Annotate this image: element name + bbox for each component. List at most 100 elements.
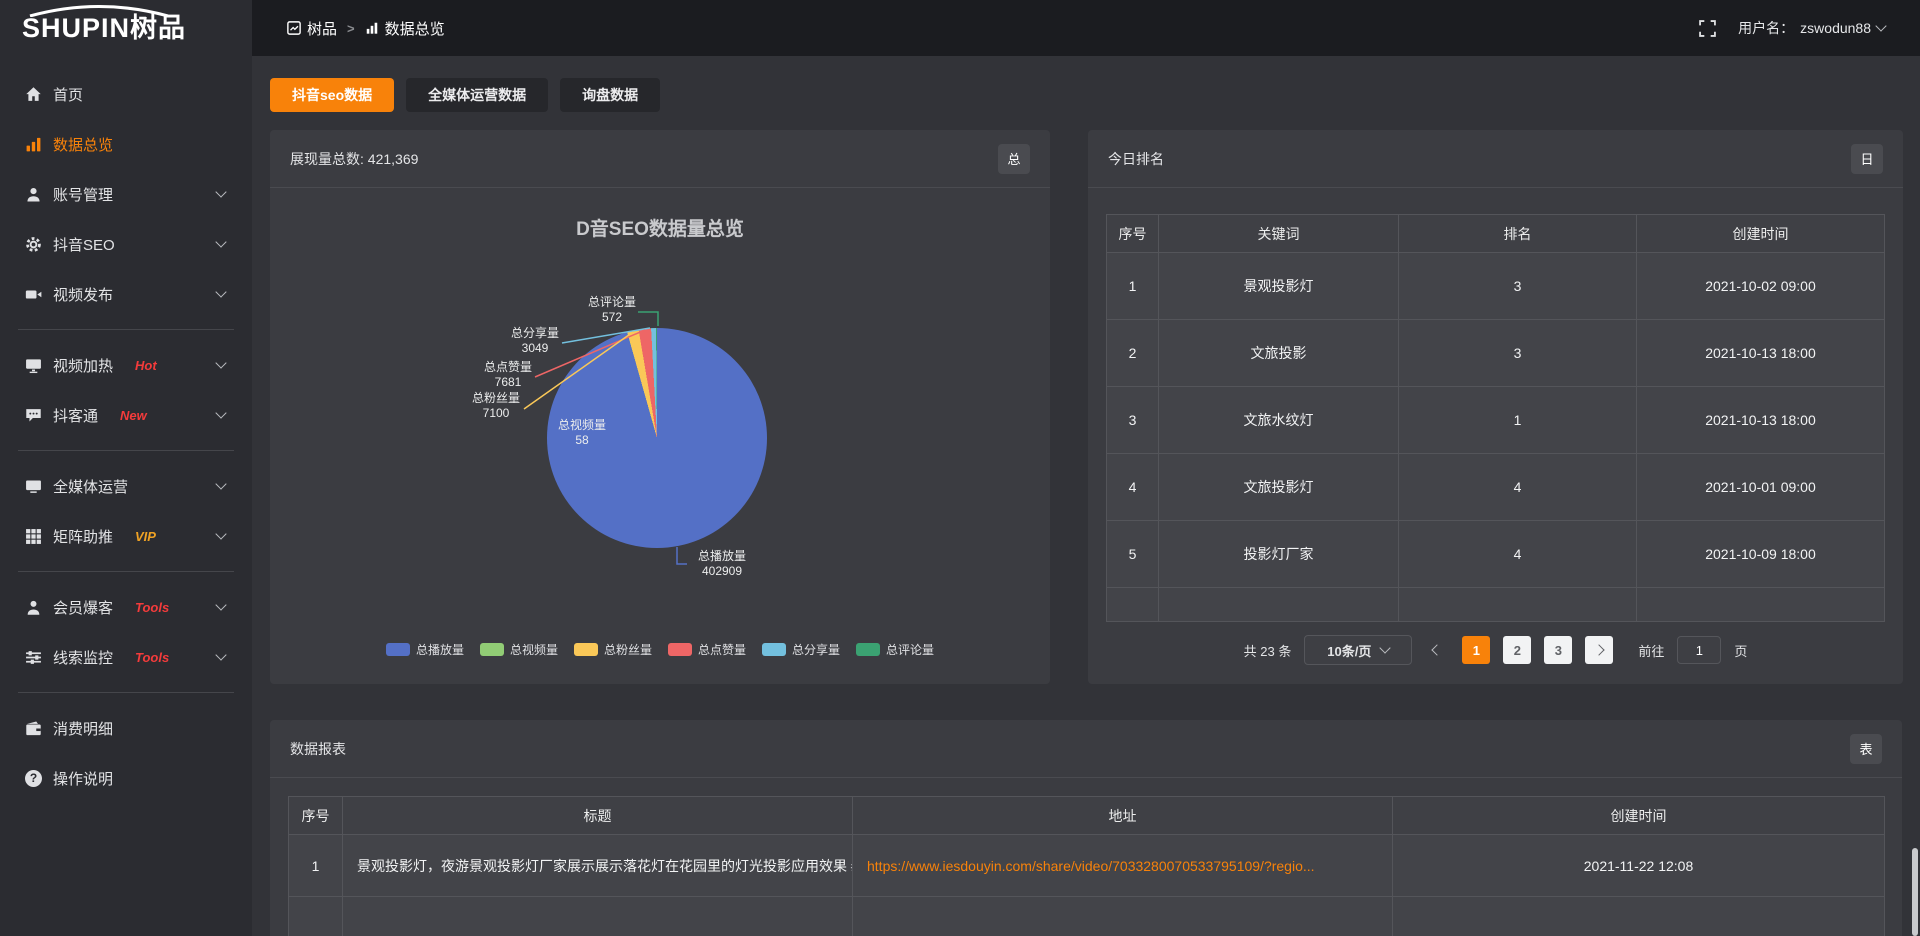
sidebar-item-label: 会员爆客 (53, 597, 113, 618)
legend-swatch (480, 643, 504, 656)
sidebar-item-consume-detail[interactable]: 消费明细 (0, 703, 252, 753)
data-overview-icon (25, 136, 42, 153)
douyin-video-link[interactable]: https://www.iesdouyin.com/share/video/70… (867, 858, 1315, 874)
sidebar-item-member-baoke[interactable]: 会员爆客 Tools (0, 582, 252, 632)
legend-label: 总点赞量 (698, 641, 746, 658)
sidebar-divider (18, 571, 234, 572)
rank-day-button[interactable]: 日 (1851, 144, 1883, 174)
rank-table-cell: 1 (1399, 387, 1637, 454)
legend-swatch (856, 643, 880, 656)
rank-table-row: 1景观投影灯32021-10-02 09:00 (1107, 253, 1885, 320)
sidebar-item-clue-monitor[interactable]: 线索监控Tools (0, 632, 252, 682)
legend-label: 总分享量 (792, 641, 840, 658)
report-table-row: 1景观投影灯，夜游景观投影灯厂家展示展示落花灯在花园里的灯光投影应用效果 #ht… (289, 835, 1885, 897)
douyin-seo-icon (25, 236, 42, 253)
report-column-header: 创建时间 (1393, 797, 1885, 835)
sidebar-item-badge: New (120, 408, 147, 423)
chevron-down-icon (215, 236, 226, 247)
sidebar-item-help-doc[interactable]: ?操作说明 (0, 753, 252, 803)
page-size-value: 10条/页 (1327, 641, 1371, 660)
report-table: 序号标题地址创建时间 1景观投影灯，夜游景观投影灯厂家展示展示落花灯在花园里的灯… (288, 796, 1885, 936)
logo-zone: SHUPIN树品 (0, 0, 252, 56)
rank-table-row: 4文旅投影灯42021-10-01 09:00 (1107, 454, 1885, 521)
page-button-3[interactable]: 3 (1544, 636, 1572, 664)
sidebar-item-video-heat[interactable]: 视频加热 Hot (0, 340, 252, 390)
sidebar-divider (18, 692, 234, 693)
breadcrumb-item[interactable]: 树品 (287, 18, 337, 39)
pie-label-shares: 总分享量3049 (511, 326, 559, 356)
home-icon (25, 86, 42, 103)
sidebar-item-account-manage[interactable]: 账号管理 (0, 169, 252, 219)
account-manage-icon (25, 186, 42, 203)
rank-table-cell: 文旅投影灯 (1159, 454, 1399, 521)
breadcrumb-item[interactable]: 数据总览 (365, 18, 445, 39)
legend-label: 总评论量 (886, 641, 934, 658)
rank-column-header: 创建时间 (1637, 215, 1885, 253)
page-size-select[interactable]: 10条/页 (1304, 635, 1412, 665)
legend-item[interactable]: 总评论量 (856, 641, 934, 658)
legend-item[interactable]: 总播放量 (386, 641, 464, 658)
tab-3[interactable]: 询盘数据 (560, 78, 660, 112)
sidebar-item-badge: Tools (135, 600, 169, 615)
pagination: 共 23 条 10条/页 123 前往 页 (1088, 635, 1903, 665)
breadcrumb-separator: > (347, 21, 355, 36)
app-logo: SHUPIN树品 (22, 15, 186, 42)
trend-chart-icon (287, 21, 301, 35)
rank-table-body: 1景观投影灯32021-10-02 09:002文旅投影32021-10-13 … (1107, 253, 1885, 622)
sidebar-item-badge: VIP (135, 529, 156, 544)
report-column-header: 序号 (289, 797, 343, 835)
sidebar-item-douyin-seo[interactable]: 抖音SEO (0, 219, 252, 269)
rank-table-cell: 4 (1107, 454, 1159, 521)
sidebar-item-matrix-boost[interactable]: 矩阵助推 VIP (0, 511, 252, 561)
page-button-2[interactable]: 2 (1503, 636, 1531, 664)
sidebar-item-media-ops[interactable]: 全媒体运营 (0, 461, 252, 511)
vertical-scrollbar-thumb[interactable] (1912, 848, 1918, 936)
pie-label-playback: 总播放量402909 (698, 549, 746, 579)
sidebar-item-label: 矩阵助推 (53, 526, 113, 547)
sidebar: 首页数据总览账号管理抖音SEO视频发布视频加热Hot抖客通New全媒体运营矩阵助… (0, 56, 252, 936)
sidebar-item-data-overview[interactable]: 数据总览 (0, 119, 252, 169)
legend-item[interactable]: 总粉丝量 (574, 641, 652, 658)
rank-column-header: 序号 (1107, 215, 1159, 253)
sidebar-item-douketong[interactable]: 抖客通New (0, 390, 252, 440)
report-table-header-row: 序号标题地址创建时间 (289, 797, 1885, 835)
legend-item[interactable]: 总视频量 (480, 641, 558, 658)
top-bar: SHUPIN树品 树品 > 数据总览 用户名：zswodun88 (0, 0, 1920, 56)
chevron-down-icon (215, 478, 226, 489)
sidebar-item-badge: Hot (135, 358, 157, 373)
legend-item[interactable]: 总分享量 (762, 641, 840, 658)
sidebar-item-label: 抖音SEO (53, 234, 115, 255)
rank-table-cell: 2 (1107, 320, 1159, 387)
sidebar-item-video-publish[interactable]: 视频发布 (0, 269, 252, 319)
report-panel-title: 数据报表 (290, 739, 346, 759)
report-table-button[interactable]: 表 (1850, 734, 1882, 764)
chevron-down-icon (215, 186, 226, 197)
legend-swatch (668, 643, 692, 656)
pie-legend: 总播放量总视频量总粉丝量 总点赞量 总分享量 总评论量 (270, 641, 1050, 658)
sidebar-item-home[interactable]: 首页 (0, 69, 252, 119)
report-column-header: 标题 (343, 797, 853, 835)
rank-panel-title: 今日排名 (1108, 149, 1164, 169)
sidebar-item-label: 线索监控 (53, 647, 113, 668)
tab-1[interactable]: 抖音seo数据 (270, 78, 394, 112)
legend-swatch (574, 643, 598, 656)
tab-2[interactable]: 全媒体运营数据 (406, 78, 548, 112)
rank-table: 序号关键词排名创建时间 1景观投影灯32021-10-02 09:002文旅投影… (1106, 214, 1885, 622)
help-doc-icon: ? (25, 770, 42, 787)
page-button-1[interactable]: 1 (1462, 636, 1490, 664)
sidebar-item-label: 视频加热 (53, 355, 113, 376)
rank-table-cell: 3 (1107, 387, 1159, 454)
chevron-down-icon (215, 528, 226, 539)
sidebar-item-label: 视频发布 (53, 284, 113, 305)
goto-page-input[interactable] (1677, 636, 1721, 664)
rank-table-cell: 1 (1107, 253, 1159, 320)
next-page-button[interactable] (1585, 636, 1613, 664)
user-menu[interactable]: 用户名：zswodun88 (1738, 18, 1885, 38)
legend-item[interactable]: 总点赞量 (668, 641, 746, 658)
clue-monitor-icon (25, 649, 42, 666)
rank-table-cell: 2021-10-13 18:00 (1637, 387, 1885, 454)
fullscreen-icon[interactable] (1699, 20, 1716, 37)
overview-total-button[interactable]: 总 (998, 144, 1030, 174)
chevron-down-icon (215, 407, 226, 418)
prev-page-button[interactable] (1425, 636, 1449, 664)
